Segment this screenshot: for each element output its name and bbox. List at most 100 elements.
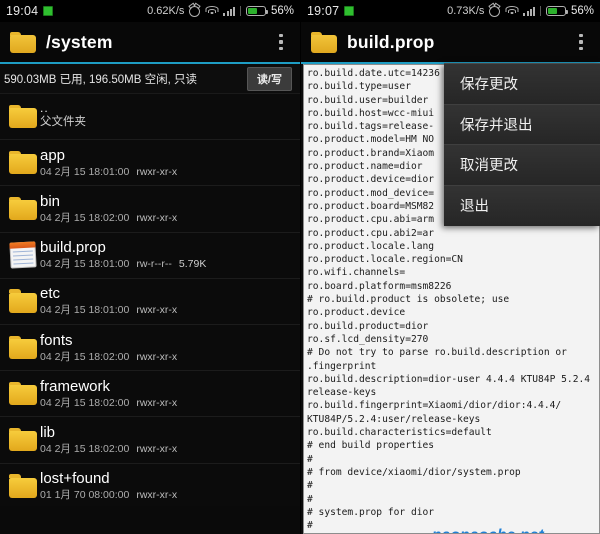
watermark-label: paopaoche.net (432, 527, 544, 533)
file-name: .. (40, 101, 49, 116)
status-clock: 19:04 (6, 4, 39, 18)
file-icon-cell (6, 427, 40, 452)
status-right-group: 0.62K/s 56% (147, 5, 294, 17)
file-icon-cell (6, 289, 40, 313)
file-list-item[interactable]: fonts 04 2月 15 18:02:00 rwxr-xr-x (0, 324, 300, 372)
network-speed-label: 0.73K/s (447, 5, 485, 17)
wifi-icon (205, 6, 219, 16)
file-permissions: rwxr-xr-x (136, 304, 178, 317)
right-status-bar: 19:07 0.73K/s 56% (301, 0, 600, 22)
right-title-bar: build.prop (301, 22, 600, 62)
dual-screenshot-container: 19:04 0.62K/s 56% /system 590.03MB 已用, 1… (0, 0, 600, 534)
left-title-bar: /system (0, 22, 300, 62)
file-name: etc (40, 285, 61, 303)
file-permissions: rwxr-xr-x (136, 489, 178, 502)
status-clock: 19:07 (307, 4, 340, 18)
storage-info-bar: 590.03MB 已用, 196.50MB 空闲, 只读 读/写 (0, 64, 300, 94)
signal-bars-icon (223, 6, 235, 16)
left-status-bar: 19:04 0.62K/s 56% (0, 0, 300, 22)
storage-info-label: 590.03MB 已用, 196.50MB 空闲, 只读 (4, 73, 198, 86)
file-name: app (40, 146, 66, 164)
folder-icon (8, 474, 38, 498)
file-meta: bin 04 2月 15 18:02:00 rwxr-xr-x (40, 193, 177, 225)
file-icon-cell (6, 196, 40, 221)
file-list-item[interactable]: .. 父文件夹 (0, 94, 300, 141)
folder-icon (8, 381, 38, 406)
status-divider (239, 6, 241, 16)
overflow-popup-menu[interactable]: 保存更改 保存并退出 取消更改 退出 (444, 63, 600, 226)
file-subtitle: 04 2月 15 18:02:00 rwxr-xr-x (40, 442, 178, 455)
file-permissions: rwxr-xr-x (136, 350, 178, 363)
popup-menu-item[interactable]: 退出 (444, 185, 600, 226)
battery-icon (245, 6, 268, 16)
status-right-group: 0.73K/s 56% (447, 5, 594, 17)
status-divider (539, 6, 541, 16)
popup-menu-item[interactable]: 保存更改 (444, 64, 600, 105)
file-name: build.prop (40, 239, 106, 257)
alarm-icon (489, 5, 501, 17)
page-title: build.prop (347, 31, 435, 52)
file-list-item[interactable]: build.prop 04 2月 15 18:01:00 rw-r--r-- 5.79… (0, 232, 300, 279)
file-size: 5.79K (178, 258, 207, 271)
file-icon-cell (6, 381, 40, 406)
file-subtitle: 父文件夹 (40, 116, 86, 129)
battery-percent-label: 56% (570, 5, 594, 17)
folder-icon (10, 31, 36, 53)
signal-bars-icon (523, 6, 535, 16)
folder-icon (8, 289, 38, 313)
page-title: /system (46, 31, 113, 52)
note-icon (9, 241, 36, 268)
wifi-icon (505, 6, 519, 16)
overflow-menu-icon[interactable] (270, 27, 292, 57)
app-indicator-icon (43, 6, 54, 16)
folder-icon (8, 104, 38, 129)
file-meta: lost+found 01 1月 70 08:00:00 rwxr-xr-x (40, 470, 177, 502)
file-list-item[interactable]: lib 04 2月 15 18:02:00 rwxr-xr-x (0, 417, 300, 464)
file-subtitle: 04 2月 15 18:02:00 rwxr-xr-x (40, 396, 178, 409)
file-subtitle: 04 2月 15 18:01:00 rw-r--r-- 5.79K (40, 258, 207, 271)
file-subtitle: 04 2月 15 18:01:00 rwxr-xr-x (40, 304, 178, 317)
file-meta: framework 04 2月 15 18:02:00 rwxr-xr-x (40, 378, 177, 410)
network-speed-label: 0.62K/s (147, 5, 185, 17)
file-icon-cell (6, 242, 40, 268)
popup-menu-item[interactable]: 取消更改 (444, 145, 600, 186)
file-icon-cell (6, 150, 40, 175)
file-meta: .. 父文件夹 (40, 101, 86, 130)
file-name: fonts (40, 331, 73, 349)
file-permissions: rwxr-xr-x (136, 396, 178, 409)
file-list-item[interactable]: bin 04 2月 15 18:02:00 rwxr-xr-x (0, 186, 300, 233)
file-name: lost+found (40, 470, 110, 488)
left-screen-file-manager: 19:04 0.62K/s 56% /system 590.03MB 已用, 1… (0, 0, 300, 534)
folder-icon (8, 150, 38, 175)
file-icon-cell (6, 104, 40, 129)
overflow-menu-icon[interactable] (570, 27, 592, 57)
battery-percent-label: 56% (270, 5, 294, 17)
file-list-item[interactable]: app 04 2月 15 18:01:00 rwxr-xr-x (0, 140, 300, 187)
file-list-item[interactable]: etc 04 2月 15 18:01:00 rwxr-xr-x (0, 278, 300, 325)
file-meta: etc 04 2月 15 18:01:00 rwxr-xr-x (40, 285, 177, 317)
read-write-toggle-button[interactable]: 读/写 (246, 66, 292, 91)
file-list-item[interactable]: lost+found 01 1月 70 08:00:00 rwxr-xr-x (0, 463, 300, 506)
file-icon-cell (6, 335, 40, 360)
file-icon-cell (6, 474, 40, 498)
alarm-icon (189, 5, 201, 17)
file-meta: build.prop 04 2月 15 18:01:00 rw-r--r-- 5.79… (40, 239, 206, 271)
file-list-item[interactable]: framework 04 2月 15 18:02:00 rwxr-xr-x (0, 371, 300, 418)
file-subtitle: 04 2月 15 18:02:00 rwxr-xr-x (40, 211, 178, 224)
file-subtitle: 04 2月 15 18:02:00 rwxr-xr-x (40, 350, 178, 363)
file-name: bin (40, 192, 61, 210)
file-list[interactable]: .. 父文件夹 app 04 2月 15 18:01:00 rwxr-xr-x bin 04… (0, 94, 300, 506)
file-meta: lib 04 2月 15 18:02:00 rwxr-xr-x (40, 424, 177, 456)
file-meta: app 04 2月 15 18:01:00 rwxr-xr-x (40, 147, 177, 179)
file-meta: fonts 04 2月 15 18:02:00 rwxr-xr-x (40, 332, 177, 364)
folder-icon (311, 31, 337, 53)
right-screen-text-editor: 19:07 0.73K/s 56% build.prop ro.build.da… (300, 0, 600, 534)
file-permissions: rwxr-xr-x (136, 211, 178, 224)
file-permissions: rwxr-xr-x (136, 165, 178, 178)
app-indicator-icon (344, 6, 355, 16)
file-name: lib (40, 423, 56, 441)
file-name: framework (40, 377, 111, 395)
file-subtitle: 01 1月 70 08:00:00 rwxr-xr-x (40, 489, 178, 502)
popup-menu-item[interactable]: 保存并退出 (444, 104, 600, 145)
file-subtitle: 04 2月 15 18:01:00 rwxr-xr-x (40, 165, 178, 178)
